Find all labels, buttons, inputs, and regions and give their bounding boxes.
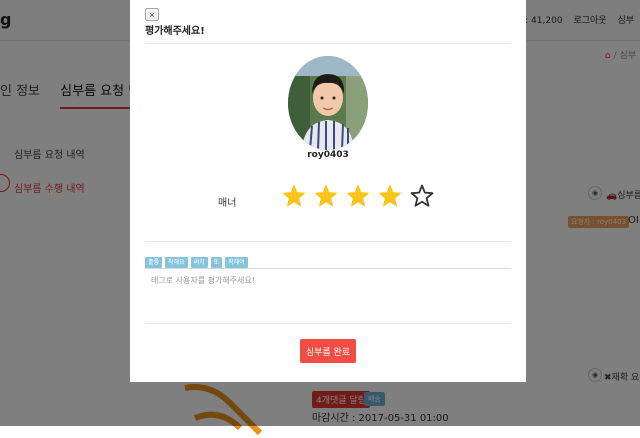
tag-chip[interactable]: 착해여 bbox=[225, 257, 248, 268]
tag-input[interactable] bbox=[145, 268, 511, 324]
tag-chip[interactable]: 써치 bbox=[190, 257, 208, 268]
tag-list: 훌륭 착해요 써치 또 착해여 bbox=[145, 257, 251, 268]
divider bbox=[145, 43, 511, 44]
star-filled-icon[interactable] bbox=[314, 184, 338, 208]
close-button[interactable]: × bbox=[145, 8, 159, 21]
divider bbox=[145, 241, 511, 242]
modal-title: 평가해주세요! bbox=[145, 26, 205, 37]
tag-chip[interactable]: 착해요 bbox=[165, 257, 188, 268]
username: roy0403 bbox=[307, 150, 349, 160]
star-filled-icon[interactable] bbox=[378, 184, 402, 208]
star-empty-icon[interactable] bbox=[410, 184, 434, 208]
rating-label: 매너 bbox=[218, 198, 237, 209]
complete-errand-button[interactable]: 심부름 완료 bbox=[300, 339, 356, 363]
star-filled-icon[interactable] bbox=[346, 184, 370, 208]
star-filled-icon[interactable] bbox=[282, 184, 306, 208]
user-avatar bbox=[288, 56, 368, 150]
rating-modal: × 평가해주세요! roy0403 매너 훌륭착해요써치또착해여 심부름 완료 bbox=[130, 0, 526, 382]
tag-chip[interactable]: 훌륭 bbox=[145, 257, 163, 268]
tag-chip[interactable]: 또 bbox=[210, 257, 223, 268]
